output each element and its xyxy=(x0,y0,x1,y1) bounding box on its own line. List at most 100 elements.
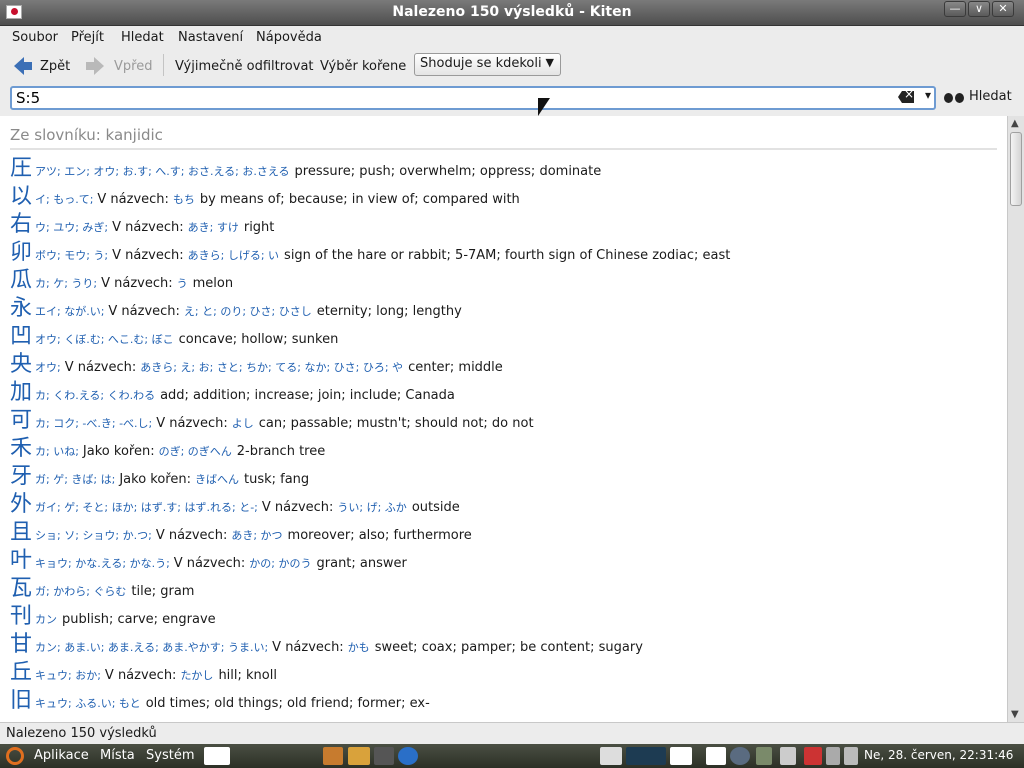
result-kanji[interactable]: 旧 xyxy=(10,682,35,714)
scroll-thumb[interactable] xyxy=(1010,132,1022,206)
vertical-scrollbar[interactable]: ▲ ▼ xyxy=(1007,116,1024,722)
result-row[interactable]: 凹オウ; くぼ.む; へこ.む; ぼこ concave; hollow; sunk… xyxy=(10,318,339,349)
result-label: V názvech: xyxy=(101,276,173,291)
menu-prejit[interactable]: Přejít xyxy=(71,30,104,45)
filter-button[interactable]: Výjimečně odfiltrovat xyxy=(175,55,314,77)
title-bar: Nalezeno 150 výsledků - Kiten — ∨ ✕ xyxy=(0,0,1024,26)
result-label: V názvech: xyxy=(112,220,184,235)
result-row[interactable]: 且ショ; ソ; ショウ; か.つ; V názvech: あき; かつ moreove… xyxy=(10,514,472,545)
result-row[interactable]: 以イ; もっ.て; V názvech: もち by means of; becaus… xyxy=(10,178,520,209)
file-manager-icon[interactable] xyxy=(323,747,343,765)
result-meaning: 2-branch tree xyxy=(236,444,326,459)
result-readings: オウ; xyxy=(35,361,61,374)
flag-icon[interactable] xyxy=(706,747,726,765)
result-row[interactable]: 可カ; コク; -べ.き; -べ.し; V názvech: よし can; pass… xyxy=(10,402,534,433)
forward-label: Vpřed xyxy=(114,58,153,74)
dictionary-header: Ze slovníku: kanjidic xyxy=(10,126,997,150)
result-names: きばへん xyxy=(194,473,239,486)
browser-icon[interactable] xyxy=(398,747,418,765)
scroll-up-icon[interactable]: ▲ xyxy=(1011,118,1019,129)
result-names: かも xyxy=(347,641,370,654)
result-readings: オウ; くぼ.む; へこ.む; ぼこ xyxy=(35,333,174,346)
terminal-icon[interactable] xyxy=(374,747,394,765)
back-arrow-icon xyxy=(14,57,32,75)
system-monitor-icon[interactable] xyxy=(626,747,666,765)
scroll-down-icon[interactable]: ▼ xyxy=(1011,709,1019,720)
menu-soubor[interactable]: Soubor xyxy=(12,30,58,45)
result-row[interactable]: 卯ボウ; モウ; う; V názvech: あきら; しげる; い sign of … xyxy=(10,234,731,265)
result-label: V názvech: xyxy=(261,500,334,515)
result-label: Jako kořen: xyxy=(82,444,155,459)
result-readings: イ; もっ.て; xyxy=(35,193,94,206)
search-field[interactable]: ▾ xyxy=(10,86,936,110)
result-row[interactable]: 叶キョウ; かな.える; かな.う; V názvech: かの; かのう grant… xyxy=(10,542,407,573)
folder-icon[interactable] xyxy=(348,747,370,765)
clear-icon[interactable] xyxy=(898,91,914,103)
search-row: ▾ Hledat xyxy=(0,82,1024,114)
search-button[interactable]: Hledat xyxy=(944,89,1012,104)
result-readings: ウ; ユウ; みぎ; xyxy=(35,221,109,234)
kiten-task-icon[interactable] xyxy=(204,747,230,765)
result-readings: カ; コク; -べ.き; -べ.し; xyxy=(35,417,153,430)
result-row[interactable]: 加カ; くわ.える; くわ.わる add; addition; increase;… xyxy=(10,374,455,405)
maximize-button[interactable]: ∨ xyxy=(968,1,990,17)
result-row[interactable]: 瓜カ; ケ; うり; V názvech: う melon xyxy=(10,262,234,293)
menu-napoveda[interactable]: Nápověda xyxy=(256,30,322,45)
result-names: うい; げ; ふか xyxy=(337,501,407,514)
result-row[interactable]: 丘キュウ; おか; V názvech: たかし hill; knoll xyxy=(10,654,277,685)
menu-aplikace[interactable]: Aplikace xyxy=(34,748,89,763)
history-dropdown-icon[interactable]: ▾ xyxy=(925,88,931,102)
result-meaning: eternity; long; lengthy xyxy=(316,304,462,319)
match-mode-select[interactable]: Shoduje se kdekoli ▼ xyxy=(414,53,561,76)
result-meaning: tusk; fang xyxy=(243,472,310,487)
clock[interactable]: Ne, 28. červen, 22:31:46 xyxy=(864,748,1013,762)
result-row[interactable]: 禾カ; いね; Jako kořen: のぎ; のぎへん 2-branch tree xyxy=(10,430,326,461)
result-row[interactable]: 牙ガ; ゲ; きば; は; Jako kořen: きばへん tusk; fang xyxy=(10,458,310,489)
result-row[interactable]: 旧キュウ; ふる.い; もと old times; old things; old… xyxy=(10,682,430,713)
result-names: あきら; え; お; さと; ちか; てる; なか; ひさ; ひろ; や xyxy=(140,361,404,374)
forward-button[interactable]: Vpřed xyxy=(86,55,152,77)
result-row[interactable]: 甘カン; あま.い; あま.える; あま.やかす; うま.い; V názvech… xyxy=(10,626,643,657)
input-method-icon[interactable] xyxy=(670,747,692,765)
menu-hledat[interactable]: Hledat xyxy=(121,30,164,45)
result-row[interactable]: 央オウ; V názvech: あきら; え; お; さと; ちか; てる; なか;… xyxy=(10,346,503,377)
result-meaning: add; addition; increase; join; include; … xyxy=(160,388,455,403)
result-readings: カン; あま.い; あま.える; あま.やかす; うま.い; xyxy=(35,641,269,654)
minimize-button[interactable]: — xyxy=(944,1,966,17)
result-meaning: moreover; also; furthermore xyxy=(287,528,472,543)
result-label: V názvech: xyxy=(97,192,169,207)
result-label: V názvech: xyxy=(173,556,246,571)
result-meaning: old times; old things; old friend; forme… xyxy=(145,696,430,711)
forward-arrow-icon xyxy=(86,57,104,75)
keyboard-icon[interactable] xyxy=(826,747,840,765)
radical-select-button[interactable]: Výběr kořene xyxy=(320,55,406,77)
result-label: V názvech: xyxy=(108,304,180,319)
result-meaning: melon xyxy=(192,276,234,291)
battery-icon[interactable] xyxy=(756,747,772,765)
close-button[interactable]: ✕ xyxy=(992,1,1014,17)
result-readings: カ; くわ.える; くわ.わる xyxy=(35,389,156,402)
menu-system[interactable]: Systém xyxy=(146,748,194,763)
result-names: え; と; のり; ひさ; ひさし xyxy=(183,305,312,318)
volume-icon[interactable] xyxy=(844,747,858,765)
menu-mista[interactable]: Místa xyxy=(100,748,135,763)
result-row[interactable]: 外ガイ; ゲ; そと; ほか; はず.す; はず.れる; と-; V názvec… xyxy=(10,486,460,517)
menu-nastaveni[interactable]: Nastavení xyxy=(178,30,243,45)
result-row[interactable]: 圧アツ; エン; オウ; お.す; へ.す; おさ.える; お.さえる press… xyxy=(10,150,601,181)
update-icon[interactable] xyxy=(804,747,822,765)
result-label: V názvech: xyxy=(112,248,184,263)
search-input[interactable] xyxy=(14,89,874,107)
network-icon[interactable] xyxy=(730,747,750,765)
result-label: Jako kořen: xyxy=(119,472,191,487)
document-icon[interactable] xyxy=(780,747,796,765)
result-row[interactable]: 瓦ガ; かわら; ぐらむ tile; gram xyxy=(10,570,194,601)
result-meaning: sign of the hare or rabbit; 5-7AM; fourt… xyxy=(284,248,731,263)
result-row[interactable]: 永エイ; なが.い; V názvech: え; と; のり; ひさ; ひさし ete… xyxy=(10,290,462,321)
results-view[interactable]: Ze slovníku: kanjidic 圧アツ; エン; オウ; お.す; … xyxy=(0,116,1007,722)
result-meaning: concave; hollow; sunken xyxy=(178,332,339,347)
back-button[interactable]: Zpět xyxy=(14,55,70,77)
ubuntu-logo-icon[interactable] xyxy=(6,747,24,765)
tray-app-icon[interactable] xyxy=(600,747,622,765)
result-row[interactable]: 右ウ; ユウ; みぎ; V názvech: あき; すけ right xyxy=(10,206,274,237)
result-row[interactable]: 刊カン publish; carve; engrave xyxy=(10,598,216,629)
